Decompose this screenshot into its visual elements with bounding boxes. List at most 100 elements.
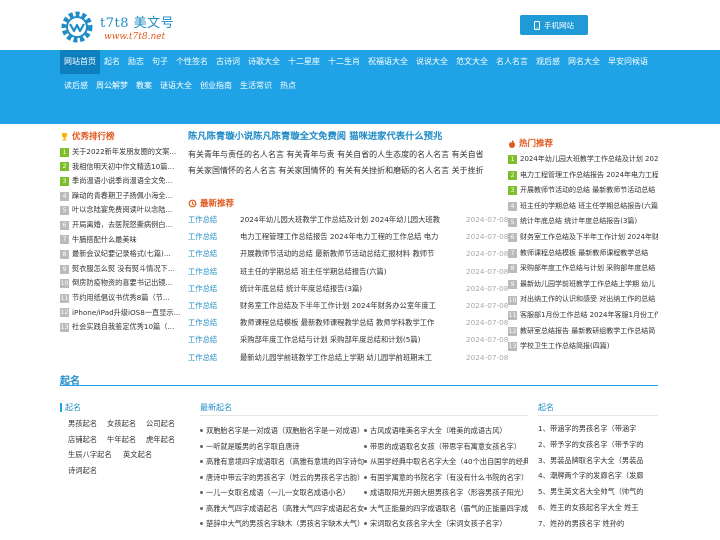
- list-item[interactable]: 4、 潮牌两个字的发廊名字（发廊: [538, 468, 658, 484]
- post-category[interactable]: 工作总结: [188, 280, 240, 297]
- list-item[interactable]: 3、 男装品牌取名字大全（男装品: [538, 453, 658, 469]
- list-item[interactable]: 大气正能量的四字成语取名（霸气的正能量四字成语）: [364, 501, 528, 517]
- list-item[interactable]: 11 节约用纸倡议书优秀8篇（节...: [60, 291, 182, 306]
- nav-item-poems[interactable]: 诗歌大全: [244, 50, 284, 74]
- site-logo[interactable]: t7t8 美文号 www.t7t8.net: [60, 8, 175, 44]
- nav-item-quotes[interactable]: 名人名言: [492, 50, 532, 74]
- list-item[interactable]: 1 关于2022新年发朋友圈的文案...: [60, 145, 182, 160]
- list-item[interactable]: 7、 姓孙的男孩名字 姓孙的: [538, 516, 658, 532]
- list-item[interactable]: 6 财务室工作总结及下半年工作计划 2024年财: [508, 230, 658, 246]
- nav-item-hot-topics[interactable]: 热点: [276, 74, 300, 98]
- post-category[interactable]: 工作总结: [188, 263, 240, 280]
- list-item[interactable]: 唐诗中带云字的男孩名字（姓云的男孩名字古韵）: [200, 470, 364, 486]
- list-item[interactable]: 10 倒房防疫物资的喜要书记出镜...: [60, 276, 182, 291]
- post-title[interactable]: 电力工程管理工作总结报告 2024年电力工程的工作总结 电力: [240, 228, 462, 245]
- list-item[interactable]: 9 熨衣服怎么熨 没有熨斗情况下...: [60, 262, 182, 277]
- post-title[interactable]: 统计年底总结 统计年度总结报告(3篇): [240, 280, 462, 297]
- nav-item-signature[interactable]: 个性签名: [172, 50, 212, 74]
- list-item[interactable]: 5、 男生英文名大全帅气（帅气的: [538, 484, 658, 500]
- post-title[interactable]: 采购部年度工作总结与计划 采购部年度总结和计划(5篇): [240, 331, 462, 348]
- list-item[interactable]: 10 对出纳工作的认识和感受 对出纳工作的总结: [508, 292, 658, 308]
- tag-english-names[interactable]: 英文起名: [123, 447, 162, 463]
- post-category[interactable]: 工作总结: [188, 211, 240, 228]
- list-item[interactable]: 7 牛腩搭配什么最美味: [60, 233, 182, 248]
- list-item[interactable]: 5 叶以念陆宴免费阅读叶以念陆...: [60, 203, 182, 218]
- list-item[interactable]: 双胞胎名字是一对成语（双胞胎名字是一对成语）: [200, 423, 364, 439]
- nav-item-nicknames[interactable]: 网名大全: [564, 50, 604, 74]
- tag-tiger-year-names[interactable]: 虎年起名: [146, 432, 185, 448]
- nav-item-home[interactable]: 网站首页: [60, 50, 100, 74]
- list-item[interactable]: 13 学校卫生工作总结简报(四篇): [508, 339, 658, 355]
- tag-boy-names[interactable]: 男孩起名: [68, 416, 107, 432]
- post-category[interactable]: 工作总结: [188, 297, 240, 314]
- list-item[interactable]: 6 开局离婚，去医院怒撕病例白...: [60, 218, 182, 233]
- nav-item-poetry[interactable]: 古诗词: [212, 50, 244, 74]
- list-item[interactable]: 5 统计年底总结 统计年度总结报告(3篇): [508, 214, 658, 230]
- list-item[interactable]: 成语取阳光开朗大胆男孩名字（形容男孩子阳光）: [364, 485, 528, 501]
- tag-ox-year-names[interactable]: 牛年起名: [107, 432, 146, 448]
- list-item[interactable]: 1 2024年幼儿园大班教学工作总结及计划 2024: [508, 152, 658, 168]
- nav-item-shuoshuo[interactable]: 说说大全: [412, 50, 452, 74]
- list-item[interactable]: 2 电力工程管理工作总结报告 2024年电力工程: [508, 168, 658, 184]
- post-title[interactable]: 教师课程总结模板 最新教师课程教学总结 教师学科教学工作: [240, 314, 462, 331]
- list-item[interactable]: 一儿一女取名成语（一儿一女取名成语小名）: [200, 485, 364, 501]
- nav-item-essays[interactable]: 范文大全: [452, 50, 492, 74]
- list-item[interactable]: 6、 姓王的女孩起名字大全 姓王: [538, 500, 658, 516]
- tag-shop-names[interactable]: 店铺起名: [68, 432, 107, 448]
- list-item[interactable]: 高雅有意境四字成语取名（高雅有意境的四字诗句）: [200, 454, 364, 470]
- list-item[interactable]: 宋词取名女孩名字大全（宋词女孩子名字）: [364, 516, 528, 532]
- list-item[interactable]: 4 躁动的青春期卫子扬佩小海全...: [60, 189, 182, 204]
- headline-link[interactable]: 陈凡陈青璇小说陈凡陈青璇全文免费阅 猫咪进家代表什么预兆: [188, 127, 500, 147]
- post-category[interactable]: 工作总结: [188, 331, 240, 348]
- nav-item-dreams[interactable]: 周公解梦: [92, 74, 132, 98]
- list-item[interactable]: 8 最新会议纪要记录格式(七篇)...: [60, 247, 182, 262]
- list-item[interactable]: 楚辞中大气的男孩名字缺木（男孩名字缺木大气）: [200, 516, 364, 532]
- list-item[interactable]: 4 班主任的学期总结 班主任学期总结报告(六篇): [508, 199, 658, 215]
- nav-item-chinese-zodiac[interactable]: 十二生肖: [324, 50, 364, 74]
- post-category[interactable]: 工作总结: [188, 349, 240, 366]
- list-item[interactable]: 3 季尚温语小说季尚温语全文免...: [60, 174, 182, 189]
- nav-item-juzi[interactable]: 句子: [148, 50, 172, 74]
- nav-item-lizhi[interactable]: 励志: [124, 50, 148, 74]
- nav-item-reviews[interactable]: 观后感: [532, 50, 564, 74]
- list-item[interactable]: 带思的成语取名女孩（带思字有寓意女孩名字）: [364, 439, 528, 455]
- nav-item-zodiac[interactable]: 十二星座: [284, 50, 324, 74]
- list-item[interactable]: 12 iPhone/iPad升级iOS8一直显示...: [60, 306, 182, 321]
- list-item[interactable]: 古风成语唯美名字大全（唯美的成语古风）: [364, 423, 528, 439]
- list-item[interactable]: 9 最新幼儿园学前班教学工作总结上学期 幼儿: [508, 277, 658, 293]
- list-item[interactable]: 2 我相信明天初中作文精选10篇...: [60, 160, 182, 175]
- nav-item-book-reviews[interactable]: 读后感: [60, 74, 92, 98]
- post-title[interactable]: 2024年幼儿园大班教学工作总结及计划 2024年幼儿园大班教: [240, 211, 462, 228]
- list-item[interactable]: 8 采购部年度工作总结与计划 采购部年度总结: [508, 261, 658, 277]
- nav-item-greetings[interactable]: 早安问候语: [604, 50, 652, 74]
- list-item[interactable]: 12 教研室总结报告 最新教研组教学工作总结简: [508, 324, 658, 340]
- list-item[interactable]: 一听就是暖男的名字取自唐诗: [200, 439, 364, 455]
- nav-item-startup[interactable]: 创业指南: [196, 74, 236, 98]
- tag-bazi-names[interactable]: 生辰八字起名: [68, 447, 123, 463]
- headline-desc-1[interactable]: 有关青年与责任的名人名言 有关青年与责 有关自省的人生态度的名人名言 有关自省: [188, 147, 500, 163]
- nav-item-lesson-plans[interactable]: 教案: [132, 74, 156, 98]
- post-title[interactable]: 财务室工作总结及下半年工作计划 2024年财务办公室年度工: [240, 297, 462, 314]
- post-category[interactable]: 工作总结: [188, 245, 240, 262]
- post-title[interactable]: 最新幼儿园学前班教学工作总结上学期 幼儿园学前班期末工: [240, 349, 462, 366]
- list-item[interactable]: 3 开展教师节活动的总结 最新教师节活动总结: [508, 183, 658, 199]
- list-item[interactable]: 1、 带涵字的男孩名字（带涵字: [538, 421, 658, 437]
- nav-item-life-tips[interactable]: 生活常识: [236, 74, 276, 98]
- list-item[interactable]: 11 客服部1月份工作总结 2024年客服1月份工作: [508, 308, 658, 324]
- list-item[interactable]: 13 社会实践自我鉴定优秀10篇（...: [60, 320, 182, 335]
- list-item[interactable]: 有国学寓意的书院名字（有没有什么书院的名字）: [364, 470, 528, 486]
- mobile-site-button[interactable]: 手机网站: [520, 15, 588, 35]
- list-item[interactable]: 高雅大气四字成语起名（高雅大气四字成语起名女孩）: [200, 501, 364, 517]
- tag-poetry-names[interactable]: 诗词起名: [68, 463, 107, 479]
- headline-desc-2[interactable]: 有关家国情怀的名人名言 有关家国情怀的 有关有关挫折和磨砺的名人名言 关于挫折: [188, 163, 500, 179]
- post-title[interactable]: 开展教师节活动的总结 最新教师节活动总结汇报材料 教师节: [240, 245, 462, 262]
- nav-item-blessings[interactable]: 祝福语大全: [364, 50, 412, 74]
- nav-item-riddles[interactable]: 谜语大全: [156, 74, 196, 98]
- list-item[interactable]: 从国学经典中取名名字大全（40个出自国学的经典好名字）: [364, 454, 528, 470]
- tag-girl-names[interactable]: 女孩起名: [107, 416, 146, 432]
- list-item[interactable]: 2、 带予字的女孩名字（带予字的: [538, 437, 658, 453]
- post-title[interactable]: 班主任的学期总结 班主任学期总结报告(六篇): [240, 263, 462, 280]
- nav-item-qiming[interactable]: 起名: [100, 50, 124, 74]
- post-category[interactable]: 工作总结: [188, 228, 240, 245]
- tag-company-names[interactable]: 公司起名: [146, 416, 185, 432]
